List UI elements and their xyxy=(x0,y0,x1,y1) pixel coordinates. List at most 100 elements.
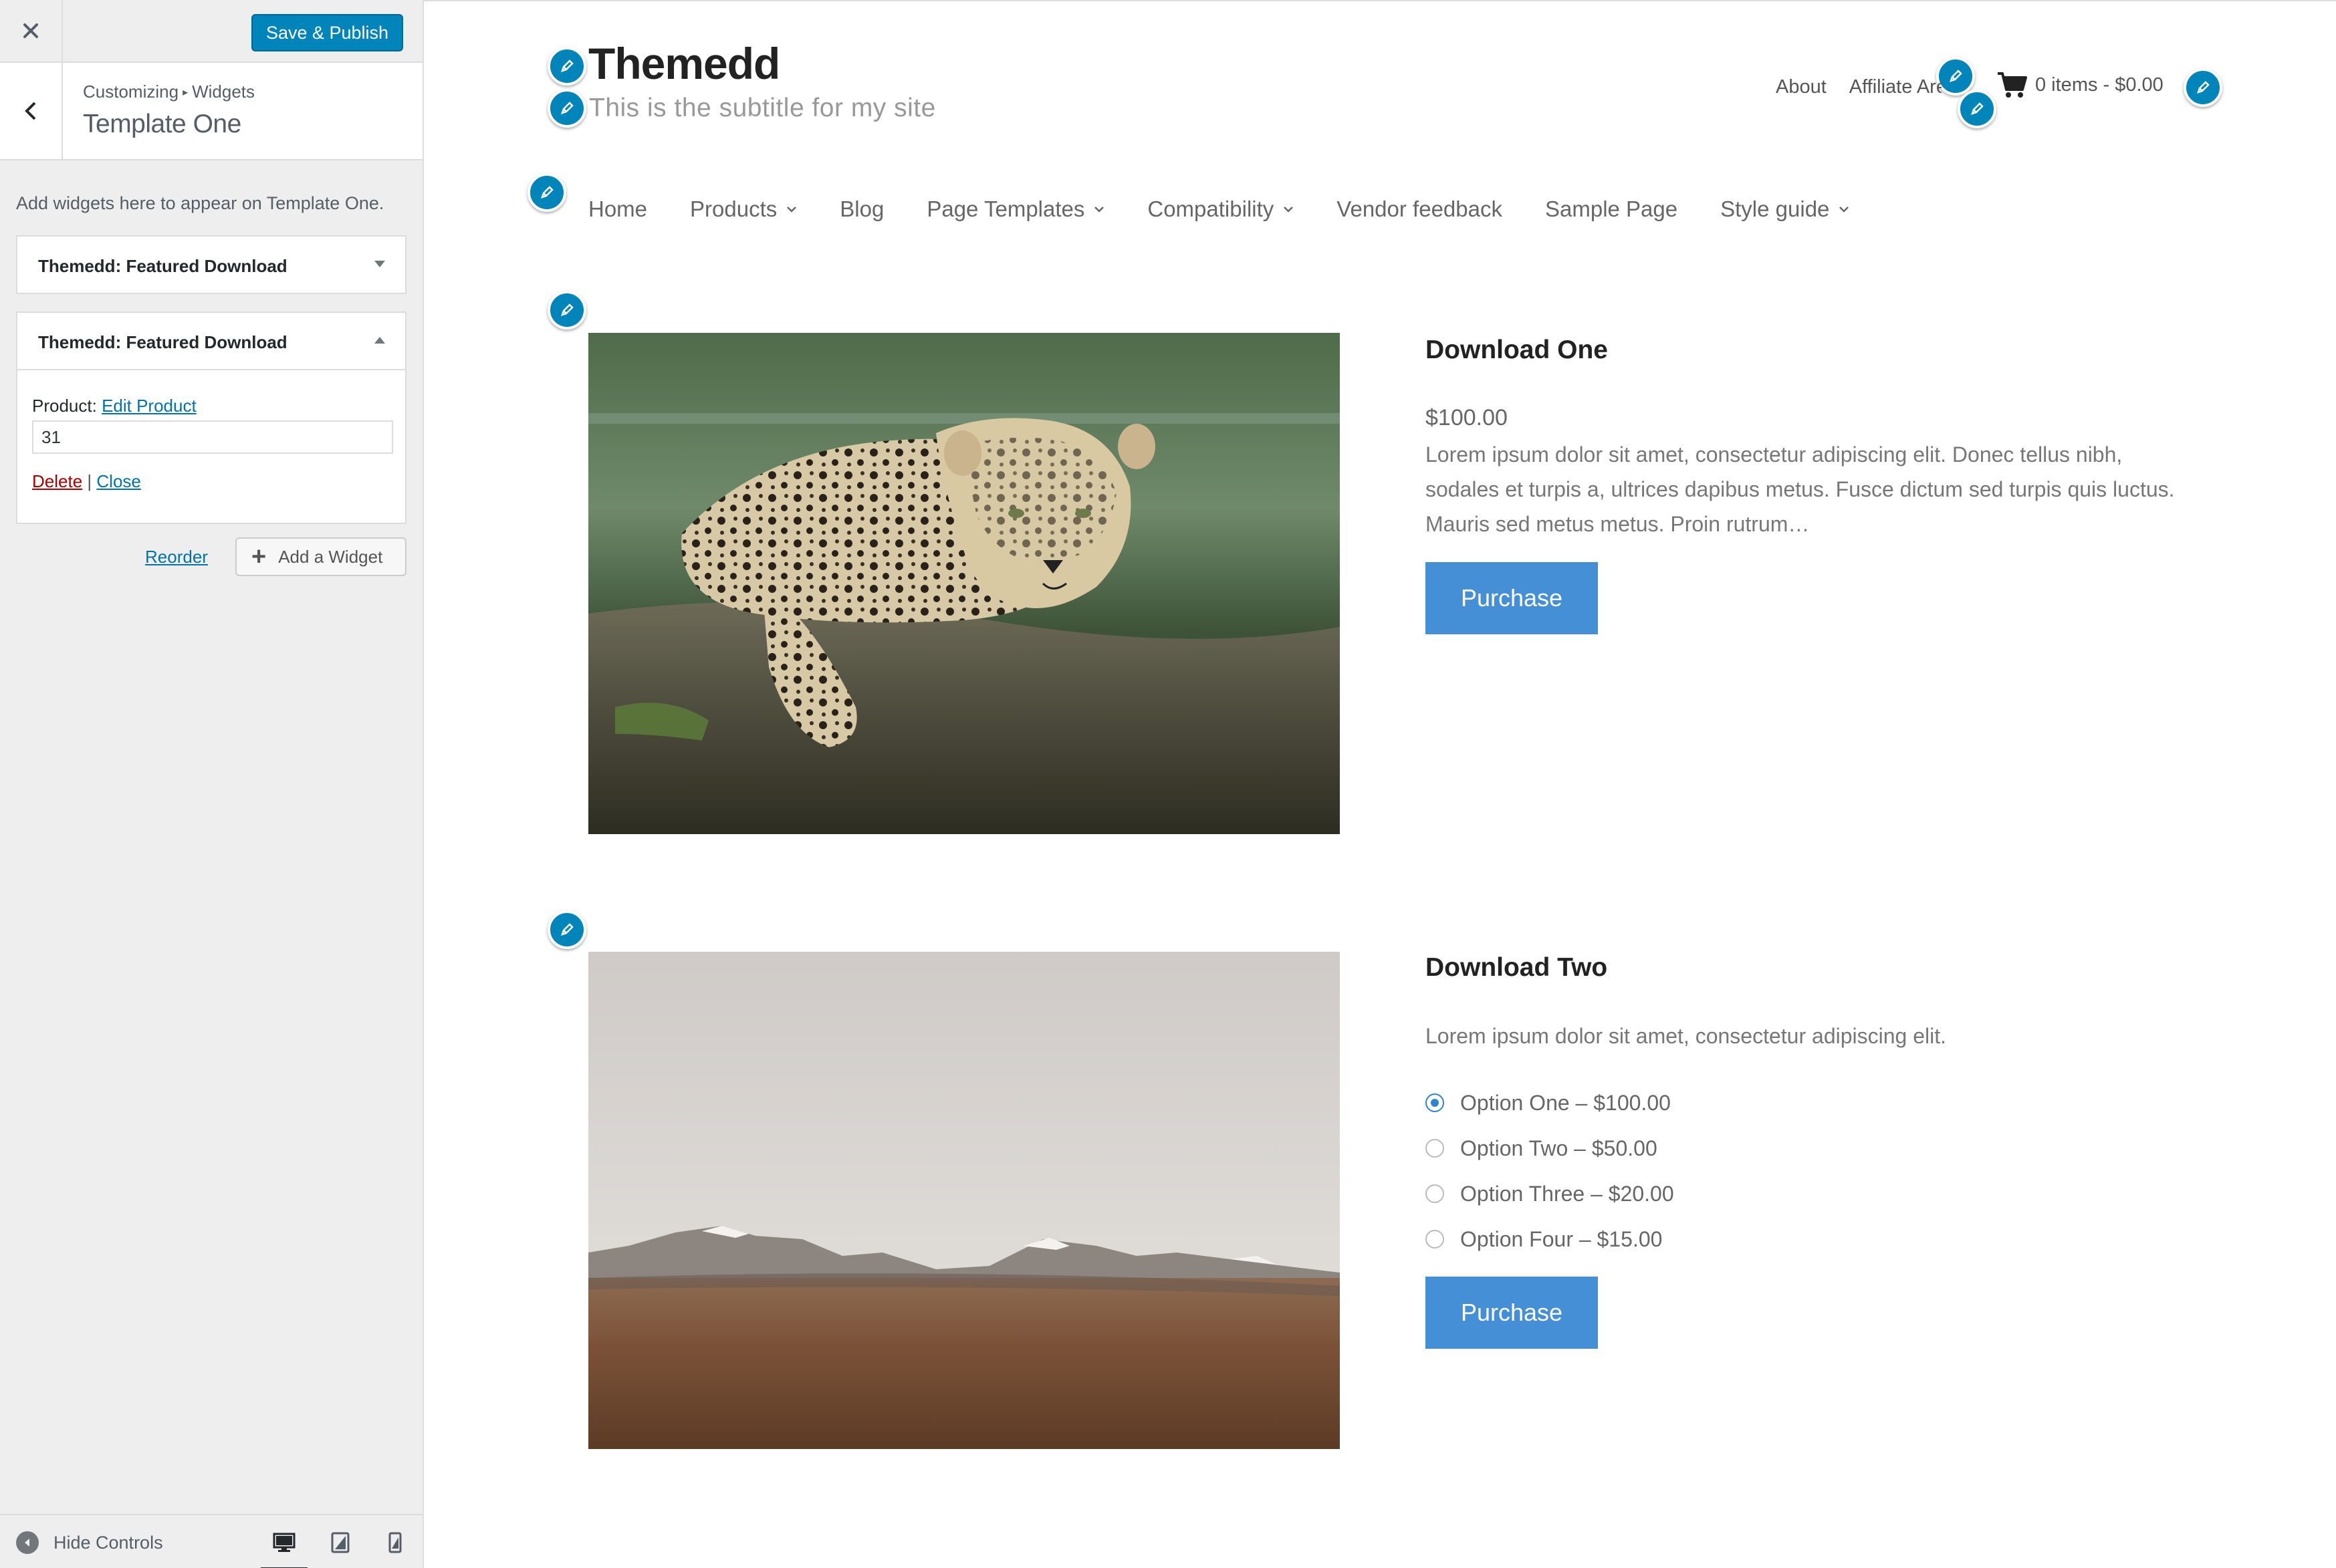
secondary-menu-about[interactable]: About xyxy=(1776,76,1827,98)
nav-label: Blog xyxy=(840,197,885,221)
nav-sample-page[interactable]: Sample Page xyxy=(1545,197,1677,222)
edit-primary-menu-pencil-icon[interactable] xyxy=(528,173,566,212)
cart-link[interactable]: 0 items - $0.00 xyxy=(1996,71,2164,99)
radio-unselected[interactable] xyxy=(1425,1139,1444,1158)
collapse-left-icon xyxy=(16,1531,39,1554)
download-one-description: Lorem ipsum dolor sit amet, consectetur … xyxy=(1425,442,2175,536)
nav-label: Home xyxy=(588,197,648,221)
breadcrumb-root: Customizing xyxy=(83,82,179,102)
hide-controls-label: Hide Controls xyxy=(53,1532,163,1553)
price-option[interactable]: Option Two – $50.00 xyxy=(1425,1126,1674,1171)
price-option[interactable]: Option Four – $15.00 xyxy=(1425,1216,1674,1262)
widget-form: Product: Edit Product 31 Delete | Close xyxy=(16,370,406,524)
widget-title: Themedd: Featured Download xyxy=(38,256,287,276)
download-one-image[interactable] xyxy=(588,333,1340,834)
section-header: Customizing ▸ Widgets Template One xyxy=(0,63,423,160)
edit-header-pencil-icon[interactable] xyxy=(2184,68,2222,107)
add-widget-button[interactable]: + Add a Widget xyxy=(235,537,406,576)
price-option[interactable]: Option One – $100.00 xyxy=(1425,1080,1674,1126)
nav-home[interactable]: Home xyxy=(588,197,647,222)
nav-label: Page Templates xyxy=(927,197,1085,221)
reorder-link[interactable]: Reorder xyxy=(145,547,208,567)
nav-products[interactable]: Products xyxy=(690,197,797,222)
edit-cart-pencil-icon[interactable] xyxy=(1958,90,1996,128)
widget-featured-download-expanded[interactable]: Themedd: Featured Download xyxy=(16,311,406,370)
edit-widget-1-pencil-icon[interactable] xyxy=(548,291,586,330)
product-label: Product: Edit Product xyxy=(32,396,197,416)
section-description: Add widgets here to appear on Template O… xyxy=(16,193,384,213)
product-label-text: Product: xyxy=(32,396,97,416)
primary-menu: Home Products Blog Page Templates Compat… xyxy=(588,197,1892,222)
nav-style-guide[interactable]: Style guide xyxy=(1720,197,1849,222)
secondary-menu-affiliate-area[interactable]: Affiliate Area xyxy=(1849,76,1942,98)
breadcrumb-parent: Widgets xyxy=(192,82,255,102)
nav-compatibility[interactable]: Compatibility xyxy=(1147,197,1294,222)
chevron-left-icon xyxy=(25,102,36,120)
plus-icon: + xyxy=(251,543,267,571)
back-button[interactable] xyxy=(0,63,63,159)
download-two-purchase-button[interactable]: Purchase xyxy=(1425,1277,1598,1349)
price-option-label: Option Two – $50.00 xyxy=(1460,1136,1657,1160)
nav-label: Sample Page xyxy=(1544,197,1678,221)
edit-secondary-menu-pencil-icon[interactable] xyxy=(1936,57,1975,96)
expand-arrow-icon[interactable] xyxy=(374,261,385,267)
nav-label: Style guide xyxy=(1720,197,1830,221)
widget-actions: Delete | Close xyxy=(32,471,141,492)
site-subtitle: This is the subtitle for my site xyxy=(589,94,936,122)
cart-summary: 0 items - $0.00 xyxy=(2035,74,2164,96)
price-option[interactable]: Option Three – $20.00 xyxy=(1425,1171,1674,1216)
nav-page-templates[interactable]: Page Templates xyxy=(927,197,1104,222)
close-customizer-button[interactable] xyxy=(0,0,63,61)
customizer-header: Save & Publish xyxy=(0,0,423,63)
radio-unselected[interactable] xyxy=(1425,1230,1444,1249)
nav-label: Products xyxy=(690,197,778,221)
delete-widget-link[interactable]: Delete xyxy=(32,471,82,491)
customizer-footer: Hide Controls xyxy=(0,1514,423,1568)
chevron-down-icon xyxy=(1094,207,1104,213)
save-publish-button[interactable]: Save & Publish xyxy=(251,14,403,51)
tablet-preview-button[interactable] xyxy=(324,1526,357,1559)
edit-title-pencil-icon[interactable] xyxy=(548,47,586,86)
chevron-down-icon xyxy=(1284,207,1294,213)
chevron-down-icon xyxy=(787,207,797,213)
site-preview: Themedd This is the subtitle for my site… xyxy=(424,0,2336,1568)
tablet-icon xyxy=(331,1532,350,1553)
section-title: Template One xyxy=(83,110,241,138)
nav-label: Vendor feedback xyxy=(1336,197,1502,221)
desktop-icon xyxy=(273,1533,296,1552)
add-widget-label: Add a Widget xyxy=(278,546,383,567)
breadcrumb: Customizing ▸ Widgets xyxy=(83,82,255,102)
download-one-price: $100.00 xyxy=(1425,405,1508,430)
download-two-description: Lorem ipsum dolor sit amet, consectetur … xyxy=(1425,1024,1947,1048)
edit-product-link[interactable]: Edit Product xyxy=(102,396,197,416)
chevron-down-icon xyxy=(1839,207,1849,213)
radio-selected[interactable] xyxy=(1425,1093,1444,1112)
nav-vendor-feedback[interactable]: Vendor feedback xyxy=(1336,197,1502,222)
download-one-purchase-button[interactable]: Purchase xyxy=(1425,562,1598,634)
radio-unselected[interactable] xyxy=(1425,1184,1444,1203)
download-two-title[interactable]: Download Two xyxy=(1425,953,1607,983)
widget-featured-download-collapsed[interactable]: Themedd: Featured Download xyxy=(16,235,406,294)
nav-blog[interactable]: Blog xyxy=(840,197,884,222)
breadcrumb-separator: ▸ xyxy=(183,87,189,98)
customizer-sidebar: Save & Publish Customizing ▸ Widgets Templ… xyxy=(0,0,424,1568)
price-option-label: Option One – $100.00 xyxy=(1460,1090,1671,1115)
product-id-input[interactable]: 31 xyxy=(32,420,393,454)
mobile-preview-button[interactable] xyxy=(378,1526,412,1559)
close-icon xyxy=(23,23,38,38)
secondary-menu: About Affiliate Area xyxy=(1776,76,1942,98)
edit-subtitle-pencil-icon[interactable] xyxy=(548,89,586,128)
download-two-image[interactable] xyxy=(588,952,1340,1449)
download-one-title[interactable]: Download One xyxy=(1425,336,1608,365)
collapse-arrow-icon[interactable] xyxy=(374,337,385,344)
nav-label: Compatibility xyxy=(1147,197,1274,221)
site-title[interactable]: Themedd xyxy=(588,38,780,89)
price-option-label: Option Four – $15.00 xyxy=(1460,1226,1663,1251)
edit-widget-2-pencil-icon[interactable] xyxy=(548,910,586,949)
price-option-label: Option Three – $20.00 xyxy=(1460,1181,1674,1206)
desktop-preview-button[interactable] xyxy=(261,1526,308,1568)
widget-title: Themedd: Featured Download xyxy=(38,332,287,352)
hide-controls-button[interactable]: Hide Controls xyxy=(16,1531,163,1554)
close-widget-link[interactable]: Close xyxy=(96,471,140,491)
price-options: Option One – $100.00 Option Two – $50.00… xyxy=(1425,1080,1674,1262)
